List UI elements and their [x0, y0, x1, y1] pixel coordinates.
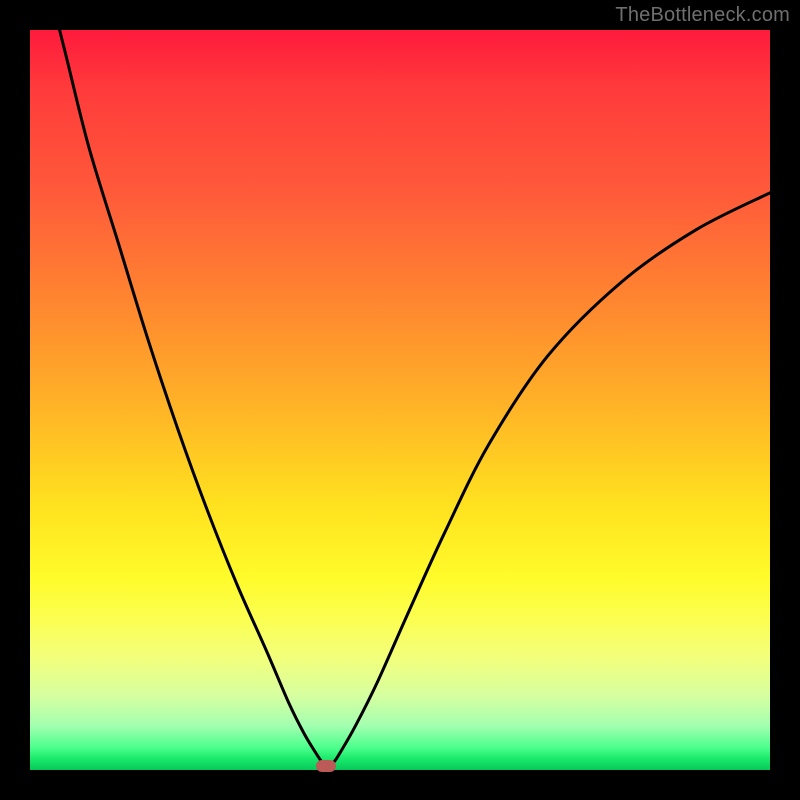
plot-area [30, 30, 770, 770]
minimum-marker [316, 760, 336, 772]
curve-path [60, 30, 770, 766]
bottleneck-curve [30, 30, 770, 770]
chart-frame: TheBottleneck.com [0, 0, 800, 800]
watermark-text: TheBottleneck.com [615, 4, 790, 27]
